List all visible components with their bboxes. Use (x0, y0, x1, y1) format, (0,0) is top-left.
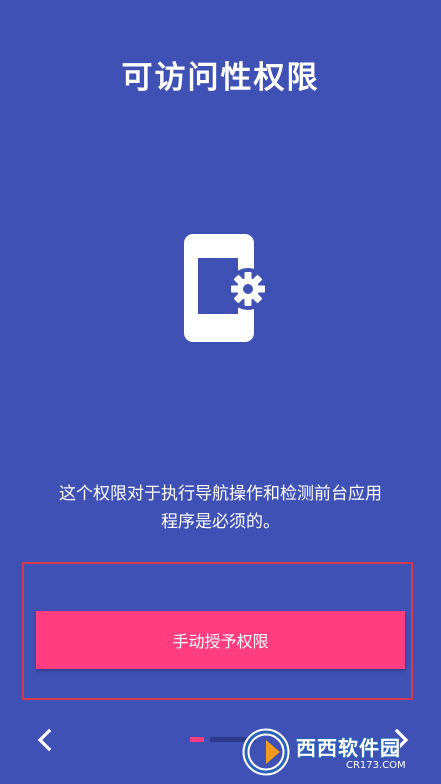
page-title: 可访问性权限 (121, 60, 320, 96)
chevron-left-icon (37, 728, 52, 752)
watermark-logo: 西西软件园 CR173.COM (240, 726, 436, 778)
watermark-subtext: CR173.COM (346, 760, 406, 771)
watermark-text: 西西软件园 (296, 736, 401, 760)
watermark-emblem-icon (242, 728, 290, 776)
permission-description: 这个权限对于执行导航操作和检测前台应用 程序是必须的。 (30, 480, 411, 536)
description-line-1: 这个权限对于执行导航操作和检测前台应用 (59, 484, 382, 504)
phone-settings-icon (182, 232, 274, 344)
description-line-2: 程序是必须的。 (161, 512, 280, 532)
grant-permission-button[interactable]: 手动授予权限 (36, 611, 405, 669)
page-dot-active (190, 737, 204, 742)
back-button[interactable] (28, 722, 62, 758)
